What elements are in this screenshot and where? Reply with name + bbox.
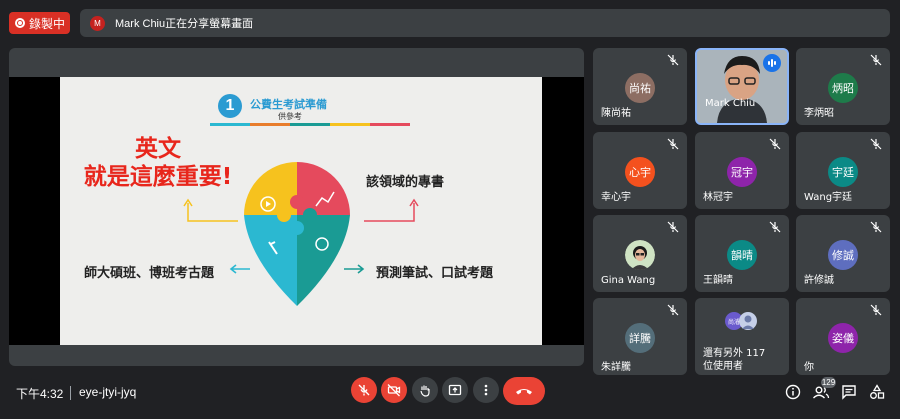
arrow-up-right-icon bbox=[364, 198, 419, 222]
slide-title: 公費生考試準備 bbox=[250, 99, 327, 111]
chat-icon bbox=[842, 385, 856, 400]
participant-name: Wang宇廷 bbox=[804, 192, 853, 203]
leave-call-button[interactable] bbox=[503, 377, 545, 405]
screen-share-area[interactable]: 1 公費生考試準備 供參考 英文 就是這麼重要! 該領域的專書 師大碩班、博班考… bbox=[9, 48, 584, 366]
speaking-indicator-icon bbox=[763, 54, 781, 72]
participant-name: Mark Chiu bbox=[705, 98, 756, 109]
slide-text-right-bottom: 預測筆試、口試考題 bbox=[376, 266, 494, 281]
participant-tile[interactable]: 韻晴 王韻晴 bbox=[695, 215, 789, 292]
participant-avatar: 尚祐 bbox=[625, 73, 655, 103]
participant-name: 許修誠 bbox=[804, 275, 834, 286]
participant-name: 朱詳騰 bbox=[601, 362, 631, 373]
participant-tile[interactable]: 宇廷 Wang宇廷 bbox=[796, 132, 890, 209]
recording-label: 錄製中 bbox=[29, 16, 66, 31]
presenter-avatar: M bbox=[90, 15, 105, 31]
participant-avatar: 冠宇 bbox=[727, 157, 757, 187]
participant-count-badge: 129 bbox=[821, 377, 836, 388]
participant-name: 幸心宇 bbox=[601, 192, 631, 203]
participant-avatar: 心宇 bbox=[625, 157, 655, 187]
microphone-toggle-button[interactable] bbox=[351, 377, 377, 403]
mic-off-icon bbox=[769, 221, 781, 233]
participant-photo-avatar bbox=[625, 240, 655, 270]
meeting-details-button[interactable] bbox=[784, 383, 802, 401]
participant-name: Gina Wang bbox=[601, 275, 656, 286]
mic-off-icon bbox=[870, 221, 882, 233]
slide-number: 1 bbox=[218, 94, 242, 118]
slide-headline: 英文 就是這麼重要! bbox=[68, 135, 248, 191]
mic-off-icon bbox=[667, 54, 679, 66]
headline-line-1: 英文 bbox=[135, 136, 181, 162]
record-icon bbox=[15, 18, 25, 28]
camera-off-icon bbox=[387, 384, 401, 397]
raise-hand-button[interactable] bbox=[412, 377, 438, 403]
mic-off-icon bbox=[667, 138, 679, 150]
mic-off-icon bbox=[870, 54, 882, 66]
mic-off-icon bbox=[870, 304, 882, 316]
slide-text-right-top: 該領域的專書 bbox=[366, 175, 445, 190]
participant-avatar: 詳騰 bbox=[625, 323, 655, 353]
meeting-code: eye-jtyi-jyq bbox=[79, 385, 137, 399]
chat-button[interactable] bbox=[840, 383, 858, 401]
participant-avatar: 宇廷 bbox=[828, 157, 858, 187]
activities-icon bbox=[870, 384, 885, 399]
mic-off-icon bbox=[769, 138, 781, 150]
divider bbox=[70, 386, 71, 400]
slide-color-bar bbox=[210, 123, 410, 126]
activities-button[interactable] bbox=[868, 383, 886, 401]
participant-name: 王韻晴 bbox=[703, 275, 733, 286]
participant-avatar: 韻晴 bbox=[727, 240, 757, 270]
info-icon bbox=[785, 384, 801, 400]
participant-tile-active-speaker[interactable]: Mark Chiu bbox=[695, 48, 789, 125]
participant-tile[interactable]: 心宇 幸心宇 bbox=[593, 132, 687, 209]
participant-tile[interactable]: 冠宇 林冠宇 bbox=[695, 132, 789, 209]
more-options-button[interactable] bbox=[473, 377, 499, 403]
presenting-banner: M Mark Chiu正在分享螢幕畫面 bbox=[80, 9, 890, 37]
more-participants-label: 還有另外 117 位使用者 bbox=[703, 348, 766, 372]
participant-photo-avatar bbox=[739, 312, 757, 330]
participant-tile[interactable]: 尚祐 陳尚祐 bbox=[593, 48, 687, 125]
shared-screen: 1 公費生考試準備 供參考 英文 就是這麼重要! 該領域的專書 師大碩班、博班考… bbox=[9, 77, 584, 345]
participant-tile-self[interactable]: 姿儀 你 bbox=[796, 298, 890, 375]
present-now-button[interactable] bbox=[442, 377, 468, 403]
puzzle-pin-graphic bbox=[244, 162, 350, 306]
participant-name: 李炳昭 bbox=[804, 108, 834, 119]
mic-off-icon bbox=[667, 304, 679, 316]
participant-avatar: 修誠 bbox=[828, 240, 858, 270]
headline-line-2: 就是這麼重要! bbox=[83, 164, 233, 190]
more-vert-icon bbox=[484, 384, 488, 396]
participant-tile[interactable]: 詳騰 朱詳騰 bbox=[593, 298, 687, 375]
slide-text-left-bottom: 師大碩班、博班考古題 bbox=[84, 266, 215, 281]
participant-tile[interactable]: Gina Wang bbox=[593, 215, 687, 292]
presenting-text: Mark Chiu正在分享螢幕畫面 bbox=[115, 18, 254, 30]
call-end-icon bbox=[516, 389, 532, 395]
presentation-slide: 1 公費生考試準備 供參考 英文 就是這麼重要! 該領域的專書 師大碩班、博班考… bbox=[60, 77, 542, 345]
meeting-time: 下午4:32 bbox=[16, 387, 64, 401]
participant-name: 陳尚祐 bbox=[601, 108, 631, 119]
mic-off-icon bbox=[667, 221, 679, 233]
participant-name: 你 bbox=[804, 362, 814, 373]
more-participants-tile[interactable]: 尚濬 還有另外 117 位使用者 bbox=[695, 298, 789, 375]
slide-subtitle: 供參考 bbox=[278, 112, 302, 121]
recording-badge[interactable]: 錄製中 bbox=[9, 12, 70, 34]
participant-tile[interactable]: 炳昭 李炳昭 bbox=[796, 48, 890, 125]
arrow-up-left-icon bbox=[183, 198, 238, 222]
present-icon bbox=[448, 384, 462, 396]
mic-off-icon bbox=[358, 384, 370, 396]
meet-window: 錄製中 M Mark Chiu正在分享螢幕畫面 1 公費生考試準備 供參考 英文… bbox=[0, 0, 900, 419]
hand-icon bbox=[420, 385, 430, 397]
participant-avatar: 炳昭 bbox=[828, 73, 858, 103]
participant-tile[interactable]: 修誠 許修誠 bbox=[796, 215, 890, 292]
participant-name: 林冠宇 bbox=[703, 192, 733, 203]
mic-off-icon bbox=[870, 138, 882, 150]
camera-toggle-button[interactable] bbox=[381, 377, 407, 403]
participant-avatar: 姿儀 bbox=[828, 323, 858, 353]
